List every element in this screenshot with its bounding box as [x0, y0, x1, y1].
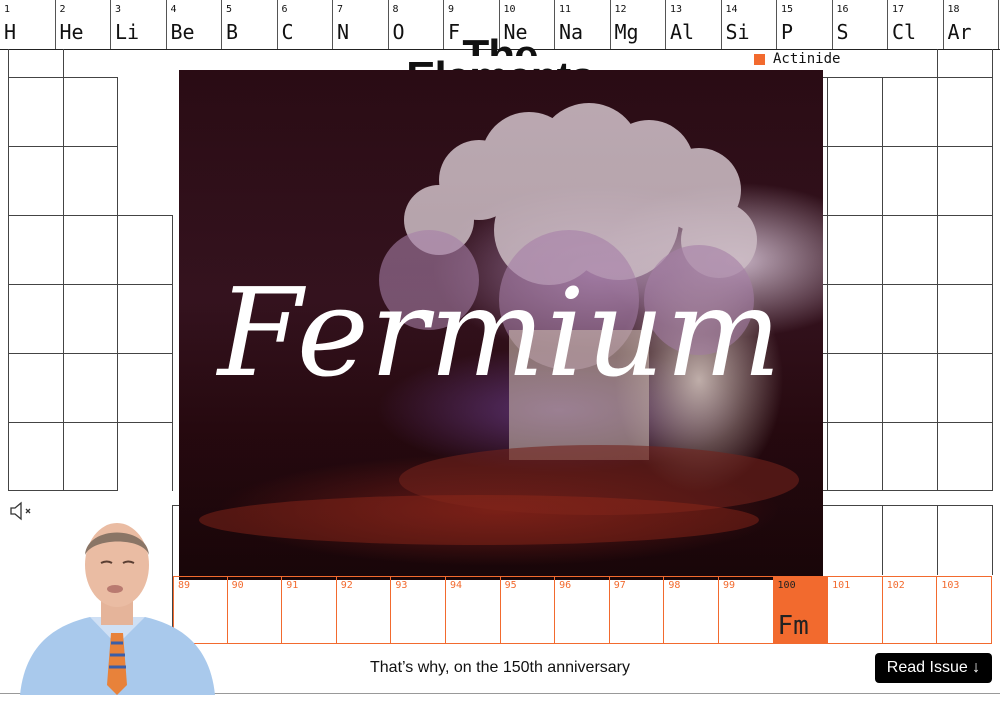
element-number: 7	[337, 4, 344, 15]
element-number: 2	[59, 4, 66, 15]
element-symbol: Li	[115, 20, 140, 44]
actinide-tile-98[interactable]: 98	[664, 576, 719, 644]
grid-line	[8, 490, 118, 491]
actinide-tile-94[interactable]: 94	[445, 576, 501, 644]
element-number: 10	[503, 4, 516, 15]
element-symbol: B	[226, 20, 239, 44]
element-number: 15	[781, 4, 794, 15]
element-number: 3	[115, 4, 122, 15]
element-number: 12	[614, 4, 627, 15]
element-number: 16	[836, 4, 849, 15]
element-number: 100	[777, 580, 796, 591]
element-number: 9	[448, 4, 455, 15]
actinide-row: 89 90 91 92 93 94 95 96 97 98 99 100 Fm 101 102 103	[173, 576, 992, 644]
element-number: 14	[725, 4, 738, 15]
legend-label: Actinide	[773, 51, 841, 67]
element-number: 103	[941, 580, 960, 591]
element-number: 6	[281, 4, 288, 15]
element-number: 17	[892, 4, 905, 15]
element-number: 97	[613, 580, 626, 591]
element-tile-s[interactable]: 16 S	[833, 0, 888, 49]
element-symbol: C	[281, 20, 294, 44]
element-number: 18	[947, 4, 960, 15]
actinide-tile-97[interactable]: 97	[609, 576, 665, 644]
grid-line	[8, 77, 118, 78]
element-number: 93	[395, 580, 408, 591]
presenter-figure	[20, 523, 215, 695]
element-number: 102	[886, 580, 905, 591]
element-number: 94	[449, 580, 463, 591]
element-tile-p[interactable]: 15 P	[777, 0, 833, 49]
element-number: 101	[832, 580, 851, 591]
element-tile-al[interactable]: 13 Al	[666, 0, 722, 49]
element-symbol: Al	[670, 20, 695, 44]
element-number: 98	[668, 580, 681, 591]
element-number: 1	[4, 4, 11, 15]
element-tile-cl[interactable]: 17 Cl	[888, 0, 944, 49]
element-tile-ar[interactable]: 18 Ar	[944, 0, 999, 49]
grid-line	[937, 505, 938, 575]
element-number: 92	[340, 580, 353, 591]
element-tile-be[interactable]: 4 Be	[167, 0, 222, 49]
read-issue-button[interactable]: Read Issue ↓	[875, 653, 992, 683]
actinide-tile-100[interactable]: 100 Fm	[773, 576, 829, 644]
element-tile-si[interactable]: 14 Si	[722, 0, 777, 49]
category-legend: Actinide	[754, 51, 840, 67]
grid-line	[823, 77, 993, 78]
actinide-tile-92[interactable]: 92	[336, 576, 392, 644]
actinide-tile-91[interactable]: 91	[282, 576, 337, 644]
actinide-tile-103[interactable]: 103	[937, 576, 992, 644]
element-number: 90	[231, 580, 244, 591]
element-number: 91	[286, 580, 299, 591]
element-number: 13	[670, 4, 683, 15]
element-symbol: N	[337, 20, 350, 44]
grid-line	[8, 215, 173, 216]
element-number: 4	[170, 4, 177, 15]
grid-line	[8, 422, 173, 423]
read-issue-label: Read Issue ↓	[886, 659, 981, 676]
grid-line	[823, 146, 993, 147]
grid-line	[882, 505, 883, 575]
element-number: 95	[504, 580, 517, 591]
element-symbol: H	[4, 20, 17, 44]
element-number: 99	[722, 580, 735, 591]
element-number: 11	[559, 4, 572, 15]
actinide-tile-90[interactable]: 90	[227, 576, 283, 644]
site-title-line1: The	[380, 34, 620, 56]
grid-line	[823, 490, 993, 491]
video-caption: That’s why, on the 150th anniversary	[370, 659, 630, 676]
element-tile-he[interactable]: 2 He	[56, 0, 111, 49]
element-number: 5	[226, 4, 233, 15]
element-name-headline: Fermium	[217, 262, 783, 404]
element-tile-c[interactable]: 6C	[278, 0, 333, 49]
grid-line	[992, 505, 993, 575]
element-symbol: Be	[170, 20, 195, 44]
element-symbol: S	[836, 20, 849, 44]
element-number: 96	[559, 580, 572, 591]
element-symbol: Fm	[777, 611, 809, 641]
element-symbol: He	[59, 20, 84, 44]
element-symbol: Cl	[892, 20, 917, 44]
actinide-tile-93[interactable]: 93	[391, 576, 446, 644]
actinide-tile-96[interactable]: 96	[555, 576, 610, 644]
element-tile-h[interactable]: 1H	[0, 0, 56, 49]
element-symbol: Si	[725, 20, 750, 44]
element-symbol: Ar	[947, 20, 972, 44]
presenter-video[interactable]	[15, 515, 220, 695]
element-tile-li[interactable]: 3 Li	[111, 0, 167, 49]
actinide-tile-99[interactable]: 99	[718, 576, 774, 644]
element-tile-b[interactable]: 5B	[222, 0, 278, 49]
element-number: 8	[392, 4, 399, 15]
actinide-tile-102[interactable]: 102	[882, 576, 938, 644]
grid-line	[823, 505, 993, 506]
actinide-tile-101[interactable]: 101	[828, 576, 883, 644]
grid-line	[823, 422, 993, 423]
actinide-swatch	[754, 53, 765, 65]
grid-line	[8, 146, 118, 147]
element-symbol: P	[781, 20, 794, 44]
grid-line	[823, 215, 993, 216]
actinide-tile-95[interactable]: 95	[500, 576, 556, 644]
